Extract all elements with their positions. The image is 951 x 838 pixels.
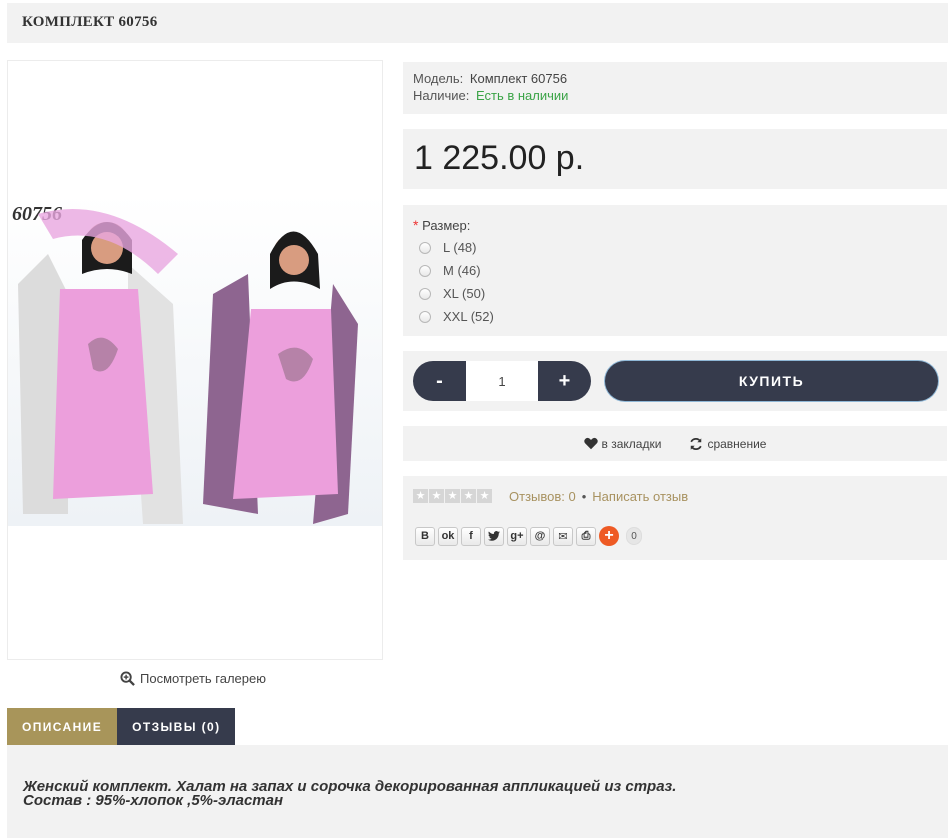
size-option-xl[interactable]: XL (50) <box>413 285 937 302</box>
vk-icon[interactable]: B <box>415 526 435 546</box>
purchase-panel: - 1 + КУПИТЬ <box>403 351 947 411</box>
description-panel: Женский комплект. Халат на запах и сороч… <box>7 745 948 838</box>
heart-icon <box>583 437 598 450</box>
size-option-xxl[interactable]: XXL (52) <box>413 308 937 325</box>
quantity-increase-button[interactable]: + <box>538 361 591 401</box>
view-gallery-link[interactable]: Посмотреть галерею <box>120 671 266 686</box>
quantity-input[interactable]: 1 <box>466 361 538 401</box>
rating-stars: ★ ★ ★ ★ ★ <box>413 489 492 503</box>
twitter-icon[interactable] <box>484 526 504 546</box>
model-value: Комплект 60756 <box>469 71 568 86</box>
product-tabs: ОПИСАНИЕ ОТЗЫВЫ (0) <box>7 708 236 745</box>
model-label: Модель: <box>413 71 464 86</box>
google-plus-icon[interactable]: g+ <box>507 526 527 546</box>
size-option-label: XL (50) <box>443 286 486 301</box>
product-photo[interactable]: 60756 <box>8 194 382 526</box>
product-actions-panel: в закладки сравнение <box>403 426 947 461</box>
tab-reviews[interactable]: ОТЗЫВЫ (0) <box>117 708 236 745</box>
product-info-panel: Модель: Комплект 60756 Наличие: Есть в н… <box>403 62 947 114</box>
product-title-bar: КОМПЛЕКТ 60756 <box>7 3 948 43</box>
reviews-panel: ★ ★ ★ ★ ★ Отзывов: 0 • Написать отзыв B … <box>403 476 947 560</box>
model-row: Модель: Комплект 60756 <box>413 70 937 87</box>
size-option-label: L (48) <box>443 240 477 255</box>
size-radio[interactable] <box>419 241 431 254</box>
quantity-decrease-button[interactable]: - <box>413 361 466 401</box>
price-panel: 1 225.00 р. <box>403 129 947 189</box>
star-icon: ★ <box>461 489 476 503</box>
size-option-label: M (46) <box>443 263 481 278</box>
refresh-icon <box>690 437 703 450</box>
mail-ru-icon[interactable]: @ <box>530 526 550 546</box>
product-title: КОМПЛЕКТ 60756 <box>22 14 158 30</box>
write-review-link[interactable]: Написать отзыв <box>592 489 688 504</box>
required-mark: * <box>413 217 419 233</box>
size-radio[interactable] <box>419 287 431 300</box>
print-icon[interactable]: ⎙ <box>576 526 596 546</box>
add-to-compare-button[interactable]: сравнение <box>689 437 766 451</box>
review-links: Отзывов: 0 • Написать отзыв <box>509 489 688 504</box>
size-radio[interactable] <box>419 310 431 323</box>
stock-row: Наличие: Есть в наличии <box>413 87 937 104</box>
view-gallery-label: Посмотреть галерею <box>140 671 266 686</box>
add-to-wishlist-button[interactable]: в закладки <box>583 436 662 451</box>
buy-button[interactable]: КУПИТЬ <box>605 361 938 401</box>
zoom-in-icon <box>120 671 135 686</box>
product-image-box[interactable]: 60756 <box>7 60 383 660</box>
size-label: Размер: <box>422 218 471 233</box>
tab-description[interactable]: ОПИСАНИЕ <box>7 708 118 745</box>
facebook-icon[interactable]: f <box>461 526 481 546</box>
star-icon: ★ <box>413 489 428 503</box>
wishlist-label: в закладки <box>601 436 662 451</box>
size-radio[interactable] <box>419 264 431 277</box>
share-count: 0 <box>626 527 642 545</box>
size-options-panel: * Размер: L (48) M (46) XL (50) XXL (52) <box>403 205 947 336</box>
quantity-stepper: - 1 + <box>413 361 591 401</box>
size-option-l[interactable]: L (48) <box>413 239 937 256</box>
size-option-m[interactable]: M (46) <box>413 262 937 279</box>
star-icon: ★ <box>477 489 492 503</box>
size-option-label: XXL (52) <box>443 309 494 324</box>
stock-status: Есть в наличии <box>475 88 569 103</box>
compare-label: сравнение <box>707 436 767 451</box>
more-share-icon[interactable]: + <box>599 526 619 546</box>
separator: • <box>581 489 587 504</box>
share-buttons: B ok f g+ @ ✉ ⎙ + 0 <box>415 526 642 546</box>
size-option-heading: * Размер: <box>413 217 937 233</box>
stock-label: Наличие: <box>413 88 470 103</box>
star-icon: ★ <box>445 489 460 503</box>
odnoklassniki-icon[interactable]: ok <box>438 526 458 546</box>
email-icon[interactable]: ✉ <box>553 526 573 546</box>
product-price: 1 225.00 р. <box>414 139 585 177</box>
reviews-count-link[interactable]: Отзывов: 0 <box>509 489 576 504</box>
star-icon: ★ <box>429 489 444 503</box>
